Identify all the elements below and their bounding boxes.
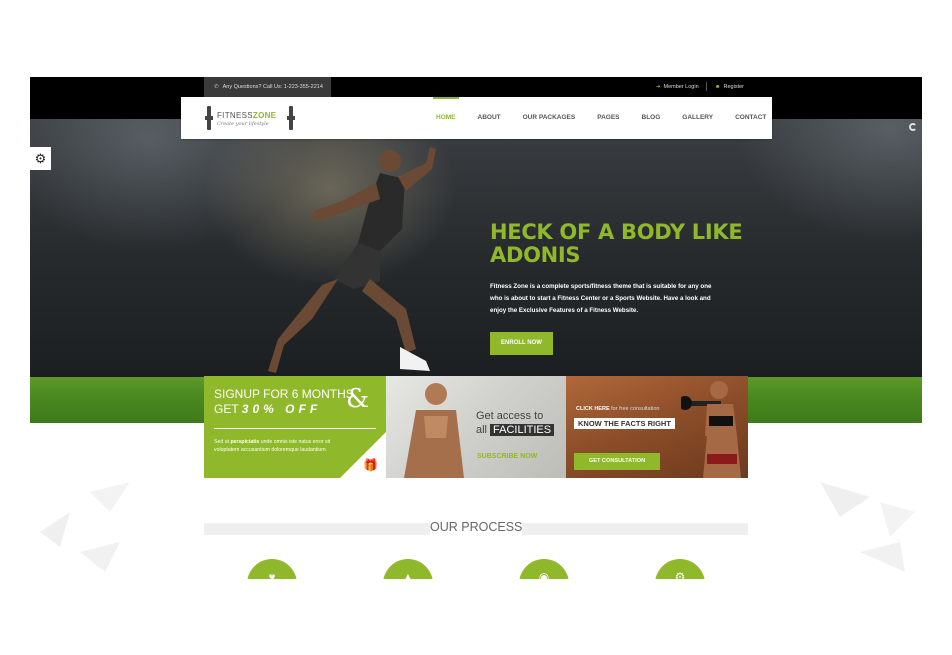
promo-click-text: CLICK HERE for free consultation [576,406,660,412]
click-here-link[interactable]: CLICK HERE [576,406,610,412]
divider [204,523,430,535]
user-icon: ☻ [714,84,721,90]
signup-promo[interactable]: SIGNUP FOR 6 MONTHS GET 30% OFF & Sed ut… [204,376,386,478]
hero-title: HECK OF A BODY LIKE ADONIS [490,220,743,267]
facilities-highlight: FACILITIES [490,424,555,436]
divider [214,428,376,429]
decoration-shapes [40,482,130,572]
subscribe-now-button[interactable]: SUBSCRIBE NOW [477,453,537,460]
browser-viewport: ✆ Any Questions? Call Us: 1-223-355-2214 … [30,77,922,579]
enroll-now-button[interactable]: ENROLL NOW [490,332,553,355]
menu-item-pages[interactable]: PAGES [586,97,630,139]
promo-line2: all FACILITIES [476,424,555,436]
decoration-shapes [820,482,915,572]
register-link[interactable]: Register [724,84,744,90]
gear-icon[interactable]: ⚙ [30,147,51,170]
menu-item-about[interactable]: ABOUT [467,97,512,139]
promo-text: Sed ut perspiciatis unde omnis iste natu… [214,439,331,453]
contact-text: Any Questions? Call Us: 1-223-355-2214 [222,84,323,90]
dumbbell-icon [287,106,295,130]
facilities-promo[interactable]: Get access to all FACILITIES SUBSCRIBE NO… [386,376,566,478]
main-nav: FITNESSZONE Create your lifestyle HOME A… [181,97,772,139]
account-links: ➔ Member Login ☻ Register [656,77,744,97]
hero-section [30,119,922,377]
menu-item-gallery[interactable]: GALLERY [671,97,724,139]
spinner-icon [909,123,917,131]
logo-tagline: Create your lifestyle [217,121,269,127]
athlete-image [681,381,741,478]
hero-description: Fitness Zone is a complete sports/fitnes… [490,283,712,314]
contact-info: ✆ Any Questions? Call Us: 1-223-355-2214 [204,77,331,97]
menu-item-contact[interactable]: CONTACT [724,97,777,139]
promo-line1: SIGNUP FOR 6 MONTHS [214,387,354,401]
menu: HOME ABOUT OUR PACKAGES PAGES BLOG GALLE… [425,97,777,139]
menu-item-our-packages[interactable]: OUR PACKAGES [512,97,587,139]
phone-icon: ✆ [214,84,219,90]
site-logo[interactable]: FITNESSZONE Create your lifestyle [205,106,295,130]
divider [522,523,748,535]
get-consultation-button[interactable]: GET CONSULTATION [574,453,660,470]
gift-icon: 🎁 [363,458,378,472]
section-title: OUR PROCESS [430,520,523,534]
logo-name: FITNESSZONE [217,111,277,120]
trainer-image [404,383,464,478]
menu-item-blog[interactable]: BLOG [631,97,672,139]
login-icon: ➔ [655,84,661,90]
dumbbell-icon [205,106,213,130]
promo-line2: GET 30% OFF [214,402,322,416]
member-login-link[interactable]: Member Login [663,84,698,90]
divider [706,82,708,92]
runner-image [268,147,436,373]
process-step-icon: ♥ [247,559,297,579]
promo-ampersand: & [346,384,370,414]
process-step-icon: ▲ [383,559,433,579]
menu-item-home[interactable]: HOME [425,97,467,139]
consultation-promo[interactable]: CLICK HERE for free consultation KNOW TH… [566,376,748,478]
process-step-icon: ⚙ [655,559,705,579]
promo-headline: KNOW THE FACTS RIGHT [574,418,675,429]
process-step-icon: ◉ [519,559,569,579]
promo-line1: Get access to [476,410,544,422]
